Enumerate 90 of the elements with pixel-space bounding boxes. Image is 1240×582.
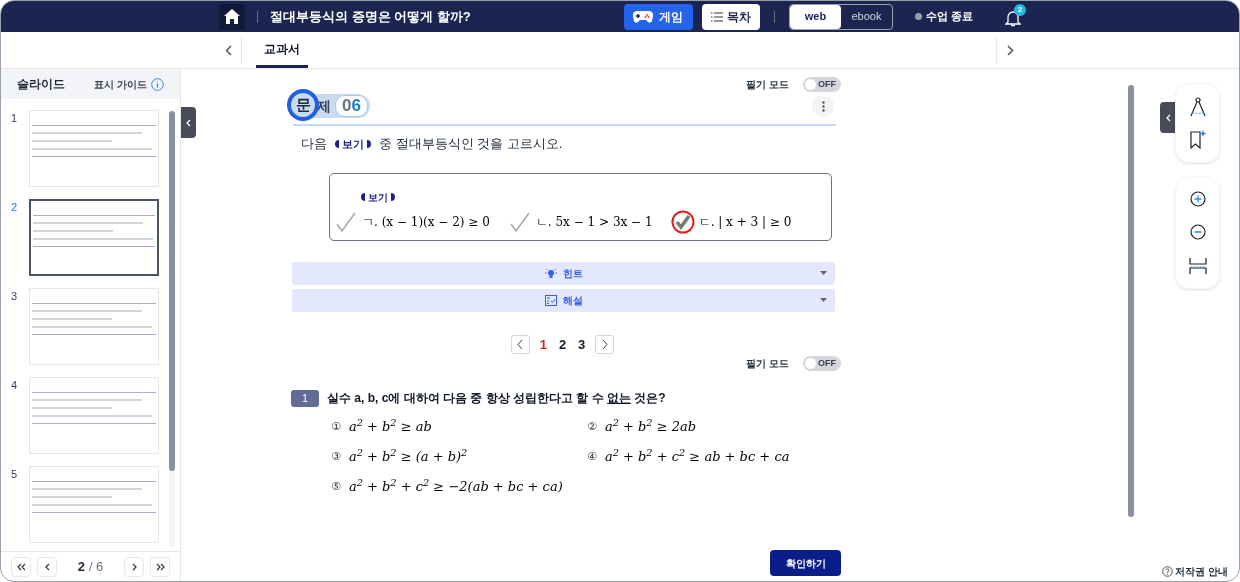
option-marker: ②	[587, 418, 597, 435]
current-page: 2	[77, 557, 85, 576]
total-pages: / 6	[88, 557, 104, 576]
double-chevron-right-icon	[155, 562, 165, 571]
lightbulb-icon	[544, 267, 557, 279]
option-marker: ①	[331, 418, 341, 435]
pen-mode-toggle[interactable]: OFF	[803, 356, 841, 371]
example-item: ㄷ. | x + 3 | ≥ 0	[698, 213, 792, 231]
pen-mode-toggle[interactable]: OFF	[803, 77, 841, 92]
bookmark-sparkle-icon[interactable]	[1188, 129, 1207, 149]
first-page-button[interactable]	[11, 556, 31, 577]
pen-mode-label: 필기 모드	[746, 78, 789, 92]
notification-count: 2	[1014, 3, 1026, 16]
dropdown-caret-icon	[820, 297, 827, 302]
view-mode-tab[interactable]: web	[789, 4, 841, 29]
copyright-link[interactable]: 저작권 안내	[1175, 564, 1228, 579]
chevron-left-icon	[1165, 113, 1171, 122]
next-page-button[interactable]	[124, 556, 144, 577]
explanation-toggle[interactable]: 해설	[292, 288, 835, 312]
hint-toggle[interactable]: 힌트	[292, 261, 835, 285]
chevron-right-icon	[1006, 44, 1014, 56]
page-number[interactable]: 2	[556, 334, 569, 354]
zoom-in-icon[interactable]	[1189, 191, 1206, 207]
example-tag: 보기	[331, 135, 375, 152]
table-of-contents-button[interactable]: 목차	[701, 3, 760, 30]
double-chevron-left-icon	[16, 562, 26, 571]
lesson-title: 절대부등식의 증명은 어떻게 할까?	[270, 7, 471, 26]
chevron-left-icon	[224, 44, 232, 56]
confirm-button[interactable]: 확인하기	[770, 550, 841, 576]
chevron-right-icon	[131, 562, 137, 571]
option-text: a$^{2}$ + b$^{2}$ ≥ 2ab	[604, 417, 697, 437]
chevron-left-icon	[44, 562, 50, 571]
option-marker: ④	[587, 448, 597, 465]
problem-number: 06	[335, 95, 368, 117]
zoom-out-icon[interactable]	[1189, 224, 1206, 240]
slide-number: 4	[11, 378, 19, 393]
fit-width-icon[interactable]	[1188, 257, 1207, 275]
scrollbar-thumb[interactable]	[1128, 85, 1134, 517]
option-text: a$^{2}$ + b$^{2}$ + c$^{2}$ ≥ −2(ab + bc + ca)	[348, 477, 563, 497]
example-tag: 보기	[357, 189, 399, 205]
slide-number: 5	[11, 467, 19, 482]
option-text: a$^{2}$ + b$^{2}$ ≥ ab	[348, 417, 432, 437]
checked-mark-icon[interactable]	[670, 209, 695, 234]
previous-button[interactable]	[510, 334, 530, 354]
badge-text: 제	[317, 96, 332, 116]
last-page-button[interactable]	[150, 556, 170, 577]
question-text: 실수 a, b, c에 대하여 다음 중 항상 성립한다고 할 수 없는 것은?	[327, 390, 666, 407]
slide-number: 2	[11, 200, 19, 215]
question-number: 1	[291, 389, 319, 407]
next-button[interactable]	[595, 334, 615, 354]
dropdown-caret-icon	[820, 270, 827, 275]
slide-number: 1	[11, 111, 19, 126]
gamepad-icon	[633, 9, 654, 24]
home-icon	[224, 9, 240, 24]
display-guide-link[interactable]: 표시 가이드	[94, 76, 147, 92]
bell-icon[interactable]	[1005, 8, 1021, 27]
info-icon[interactable]	[151, 77, 164, 91]
home-button[interactable]	[219, 3, 245, 30]
option-marker: ⑤	[331, 478, 341, 495]
more-options-button[interactable]	[812, 95, 834, 117]
option-text: a$^{2}$ + b$^{2}$ ≥ (a + b)$^{2}$	[348, 447, 468, 467]
instruction-text: 중 절대부등식인 것을 고르시오.	[379, 135, 563, 153]
previous-page-button[interactable]	[37, 556, 57, 577]
panel-title: 슬라이드	[17, 76, 65, 93]
option-marker: ③	[331, 448, 341, 465]
compass-icon[interactable]	[1188, 97, 1207, 117]
scrollbar-thumb[interactable]	[169, 111, 175, 471]
instruction-text: 다음	[301, 135, 327, 153]
slide-thumbnail[interactable]	[29, 199, 159, 276]
page-number[interactable]: 3	[576, 334, 588, 354]
vertical-dots-icon	[821, 100, 825, 112]
game-button[interactable]: 게임	[623, 3, 693, 30]
end-class-button[interactable]: 수업 종료	[914, 8, 973, 25]
example-item: ㄱ. (x − 1)(x − 2) ≥ 0	[362, 213, 490, 231]
chevron-left-icon	[517, 338, 524, 350]
chevron-left-icon	[186, 118, 191, 127]
option-text: a$^{2}$ + b$^{2}$ + c$^{2}$ ≥ ab + bc + ca	[604, 447, 790, 467]
pen-mode-label: 필기 모드	[746, 357, 789, 371]
slide-number: 3	[11, 289, 19, 304]
collapse-tools-button[interactable]	[1160, 102, 1176, 133]
checklist-icon	[544, 294, 557, 306]
badge-highlight: 문	[287, 89, 319, 121]
chevron-right-icon	[601, 338, 608, 350]
view-mode-tab[interactable]: ebook	[840, 4, 892, 29]
collapse-panel-button[interactable]	[181, 107, 196, 138]
list-icon	[710, 11, 723, 22]
tab[interactable]: 교과서	[256, 32, 308, 68]
page-number[interactable]: 1	[537, 334, 549, 354]
example-item: ㄴ. 5x − 1 > 3x − 1	[535, 213, 653, 231]
help-icon	[1162, 566, 1173, 577]
